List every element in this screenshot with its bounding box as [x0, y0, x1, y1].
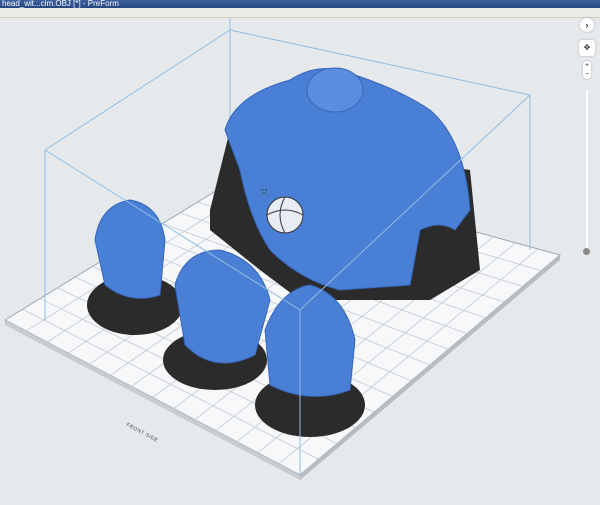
zoom-out-button[interactable]: − — [583, 70, 591, 79]
scene: ⤧ — [3, 18, 562, 480]
window-title: head_wit...cim.OBJ [*] - PreForm — [2, 0, 119, 8]
toolbar — [0, 8, 600, 18]
expand-panel-button[interactable]: › — [580, 18, 594, 32]
zoom-in-button[interactable]: + — [583, 61, 591, 70]
layer-slider-handle[interactable] — [583, 248, 590, 255]
view-controls: › ✥ + − — [574, 18, 600, 268]
head-model-1 — [94, 199, 166, 299]
pan-control[interactable]: ✥ — [579, 40, 595, 56]
title-bar: head_wit...cim.OBJ [*] - PreForm — [0, 0, 600, 8]
svg-text:⤧: ⤧ — [261, 188, 268, 197]
layer-slider-track[interactable] — [586, 90, 588, 250]
zoom-control[interactable]: + − — [583, 61, 591, 79]
3d-viewport[interactable]: ⤧ FRONT SIDE — [0, 18, 600, 500]
